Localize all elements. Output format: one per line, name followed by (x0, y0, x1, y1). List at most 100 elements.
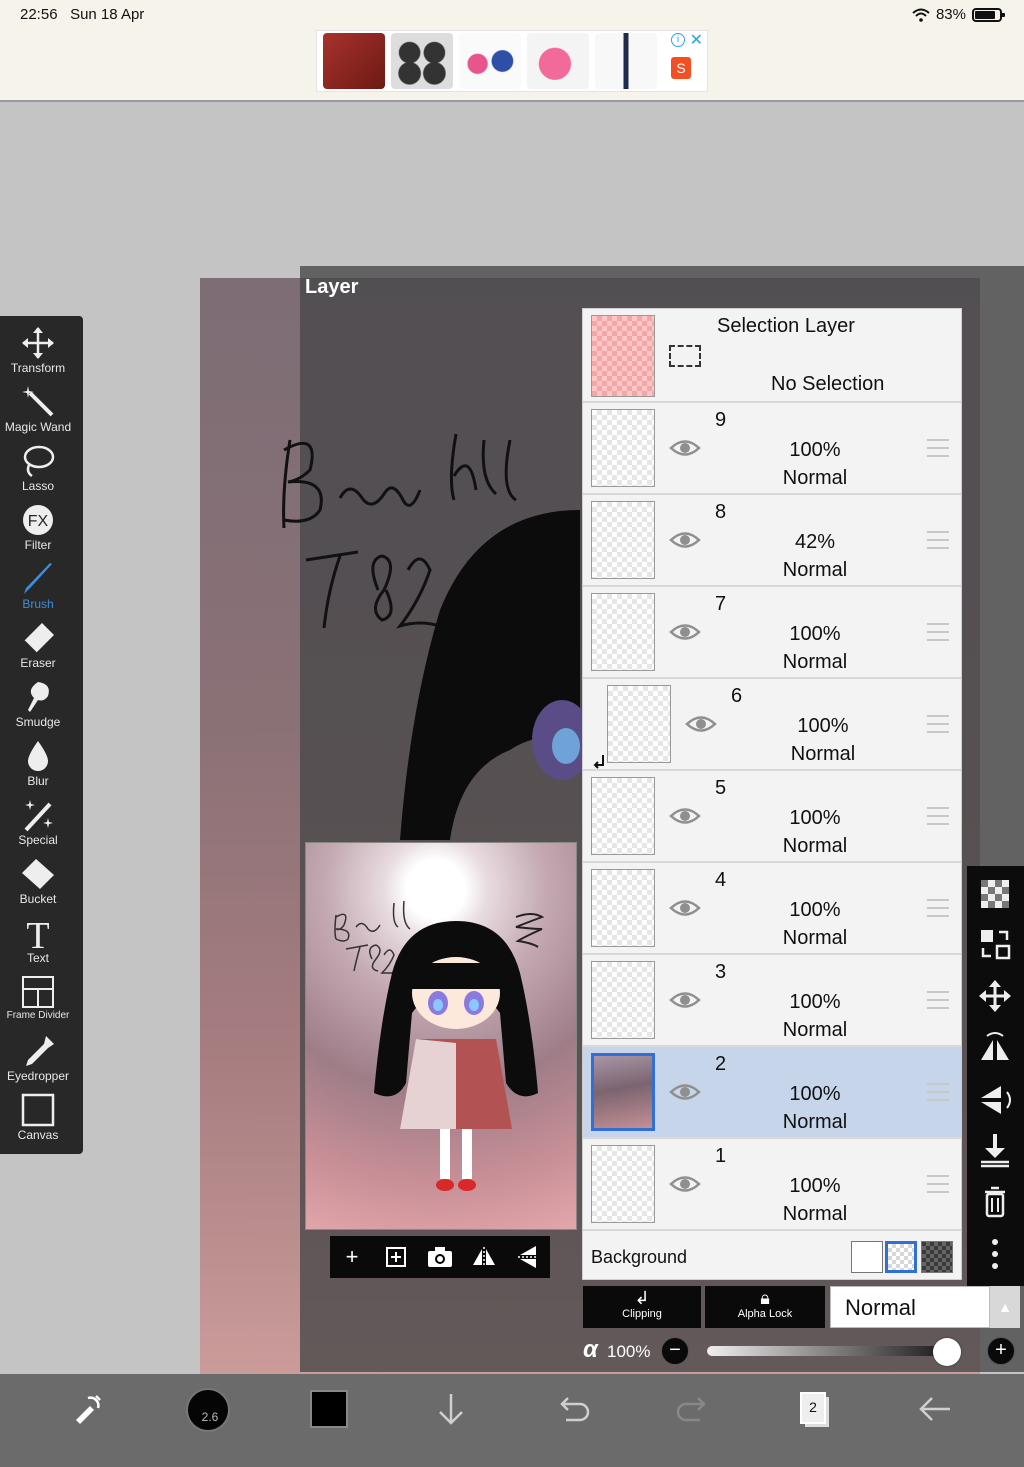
layer-thumbnail[interactable] (591, 777, 655, 855)
tool-magic-wand[interactable]: Magic Wand (0, 383, 76, 441)
import-photo-button[interactable] (425, 1242, 455, 1272)
tool-bucket[interactable]: Bucket (0, 855, 76, 913)
opacity-slider-knob[interactable] (933, 1338, 961, 1366)
tool-eyedropper[interactable]: Eyedropper (0, 1032, 76, 1090)
tool-blur[interactable]: Blur (0, 737, 76, 795)
merge-down-button[interactable] (977, 1132, 1013, 1168)
opacity-decrease-button[interactable]: − (661, 1337, 689, 1365)
tool-canvas[interactable]: Canvas (0, 1091, 76, 1149)
flip-horizontal-button[interactable] (469, 1242, 499, 1272)
tool-brush[interactable]: Brush (0, 560, 76, 618)
alpha-lock-button[interactable]: 🔒︎ Alpha Lock (705, 1286, 825, 1328)
layer-row-6[interactable]: 6 100% Normal (583, 679, 961, 771)
background-transparent-swatch[interactable] (885, 1241, 917, 1273)
layer-row-1[interactable]: 1 100% Normal (583, 1139, 961, 1231)
tool-text[interactable]: T Text (0, 914, 76, 972)
move-layer-button[interactable] (977, 978, 1013, 1014)
tool-special[interactable]: Special (0, 796, 76, 854)
layer-blend-mode: Normal (782, 467, 848, 489)
layer-down-button[interactable] (428, 1386, 474, 1432)
drag-handle-icon[interactable] (927, 807, 949, 825)
tool-transform[interactable]: Transform (0, 324, 76, 382)
ad-close-icon[interactable]: ✕ (690, 30, 703, 50)
visibility-eye-icon[interactable] (669, 805, 701, 827)
opacity-slider[interactable] (707, 1338, 961, 1366)
drag-handle-icon[interactable] (927, 899, 949, 917)
back-button[interactable] (912, 1386, 958, 1432)
ad-banner[interactable]: i ✕ S (316, 30, 708, 92)
ad-product-image[interactable] (391, 33, 453, 89)
tool-smudge[interactable]: Smudge (0, 678, 76, 736)
blend-mode-arrow-icon[interactable]: ▲ (990, 1286, 1020, 1328)
drag-handle-icon[interactable] (927, 991, 949, 1009)
drag-handle-icon[interactable] (927, 1083, 949, 1101)
layer-row-2[interactable]: 2 100% Normal (583, 1047, 961, 1139)
layer-thumbnail[interactable] (591, 501, 655, 579)
add-layer-button[interactable]: + (337, 1242, 367, 1272)
layer-row-7[interactable]: 7 100% Normal (583, 587, 961, 679)
brush-size-button[interactable]: 2.6 (186, 1388, 230, 1432)
layer-thumbnail[interactable] (591, 961, 655, 1039)
tool-lasso[interactable]: Lasso (0, 442, 76, 500)
selection-layer-row[interactable]: Selection Layer No Selection (583, 309, 961, 403)
background-white-swatch[interactable] (851, 1241, 883, 1273)
ad-product-image[interactable] (323, 33, 385, 89)
brush-size-value: 2.6 (201, 1410, 219, 1424)
tool-frame-divider[interactable]: Frame Divider (0, 973, 76, 1031)
visibility-eye-icon[interactable] (669, 989, 701, 1011)
visibility-eye-icon[interactable] (669, 897, 701, 919)
layer-thumbnail[interactable] (591, 593, 655, 671)
tool-label: Lasso (21, 479, 55, 493)
flip-layer-vertical-button[interactable] (977, 1082, 1013, 1118)
checker-transparent-button[interactable] (977, 876, 1013, 912)
drag-handle-icon[interactable] (927, 715, 949, 733)
layer-transfer-button[interactable] (977, 926, 1013, 962)
drag-handle-icon[interactable] (927, 531, 949, 549)
undo-button[interactable] (550, 1386, 596, 1432)
flip-layer-horizontal-button[interactable] (977, 1030, 1013, 1066)
visibility-eye-icon[interactable] (669, 437, 701, 459)
drag-handle-icon[interactable] (927, 1175, 949, 1193)
layer-row-3[interactable]: 3 100% Normal (583, 955, 961, 1047)
layer-row-8[interactable]: 8 42% Normal (583, 495, 961, 587)
drag-handle-icon[interactable] (927, 439, 949, 457)
canvas-preview[interactable] (305, 842, 577, 1230)
background-label: Background (591, 1247, 688, 1267)
layer-thumbnail[interactable] (591, 869, 655, 947)
layer-thumbnail[interactable] (607, 685, 671, 763)
layer-row-4[interactable]: 4 100% Normal (583, 863, 961, 955)
visibility-eye-icon[interactable] (669, 621, 701, 643)
quick-menu-button[interactable] (64, 1386, 110, 1432)
layer-thumbnail[interactable] (591, 1145, 655, 1223)
flip-horizontal-icon (981, 1032, 1009, 1060)
clipping-button[interactable]: ↲ Clipping (583, 1286, 701, 1328)
blend-mode-select[interactable]: Normal (830, 1286, 990, 1328)
visibility-eye-icon[interactable] (669, 1081, 701, 1103)
layer-thumbnail[interactable] (591, 409, 655, 487)
layer-row-5[interactable]: 5 100% Normal (583, 771, 961, 863)
layer-row-9[interactable]: 9 100% Normal (583, 403, 961, 495)
tool-filter[interactable]: FX Filter (0, 501, 76, 559)
shop-bag-icon[interactable]: S (671, 57, 691, 79)
redo-button[interactable] (670, 1386, 716, 1432)
add-layer-copy-button[interactable] (381, 1242, 411, 1272)
delete-layer-button[interactable] (977, 1184, 1013, 1220)
color-swatch-button[interactable] (310, 1390, 348, 1428)
layer-thumbnail[interactable] (591, 1053, 655, 1131)
ad-product-image[interactable] (527, 33, 589, 89)
layers-count-button[interactable]: 2 (800, 1392, 826, 1424)
move-arrows-icon (979, 980, 1011, 1012)
visibility-eye-icon[interactable] (669, 1173, 701, 1195)
background-dark-checker-swatch[interactable] (921, 1241, 953, 1273)
ad-info-icon[interactable]: i (671, 33, 685, 47)
ad-product-image[interactable] (459, 33, 521, 89)
more-options-button[interactable] (977, 1236, 1013, 1272)
flip-vertical-button[interactable] (513, 1242, 543, 1272)
visibility-eye-icon[interactable] (669, 529, 701, 551)
visibility-eye-icon[interactable] (685, 713, 717, 735)
background-row[interactable]: Background (583, 1235, 961, 1281)
tool-eraser[interactable]: Eraser (0, 619, 76, 677)
drag-handle-icon[interactable] (927, 623, 949, 641)
ad-product-image[interactable] (595, 33, 657, 89)
opacity-increase-button[interactable]: + (987, 1337, 1015, 1365)
